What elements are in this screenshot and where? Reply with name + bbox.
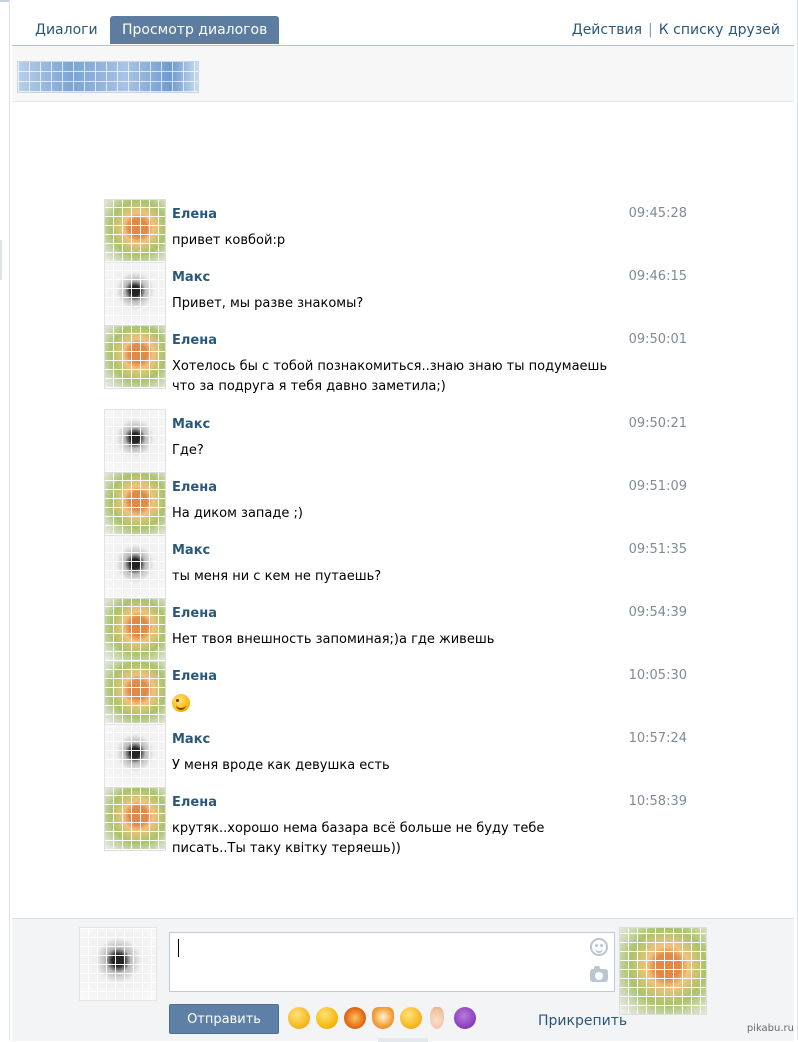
tab-view-dialogs[interactable]: Просмотр диалогов xyxy=(110,16,280,44)
message-author[interactable]: Елена xyxy=(172,480,217,495)
message-time: 09:50:21 xyxy=(628,416,687,431)
message-time: 10:58:39 xyxy=(628,794,687,809)
message-avatar[interactable] xyxy=(104,325,166,389)
smile-icon[interactable] xyxy=(590,938,608,956)
message-row: Елена 09:54:39 Нет твоя внешность запомина… xyxy=(104,598,694,662)
message-avatar[interactable] xyxy=(104,724,166,788)
my-avatar[interactable] xyxy=(79,927,157,1001)
message-time: 09:54:39 xyxy=(628,605,687,620)
message-row: Елена 09:50:01 Хотелось бы с тобой познако… xyxy=(104,325,694,409)
blush-emoji[interactable] xyxy=(316,1007,338,1029)
smiling-cat-emoji[interactable] xyxy=(288,1007,310,1029)
bottom-scroll-mark xyxy=(378,1038,428,1042)
message-avatar[interactable] xyxy=(104,409,166,473)
imp-emoji[interactable] xyxy=(454,1007,476,1029)
send-button[interactable]: Отправить xyxy=(169,1004,279,1034)
message-author[interactable]: Елена xyxy=(172,606,217,621)
message-text: привет ковбой:р xyxy=(172,233,286,248)
message-author[interactable]: Макс xyxy=(172,417,210,432)
message-row: Макс 10:57:24 У меня вроде как девушка ест… xyxy=(104,724,694,788)
fox-emoji[interactable] xyxy=(372,1007,394,1029)
header-actions: Действия | К списку друзей xyxy=(572,22,780,38)
message-avatar[interactable] xyxy=(104,535,166,599)
peer-avatar[interactable] xyxy=(619,927,707,1015)
actions-separator: | xyxy=(648,22,653,38)
tab-dialogs[interactable]: Диалоги xyxy=(23,16,110,44)
message-time: 09:51:09 xyxy=(628,479,687,494)
message-row: Макс 09:46:15 Привет, мы разве знакомы? xyxy=(104,262,694,326)
message-avatar[interactable] xyxy=(104,262,166,326)
message-text: Хотелось бы с тобой познакомиться..знаю … xyxy=(172,359,608,394)
message-input[interactable] xyxy=(169,932,615,992)
camera-icon[interactable] xyxy=(590,966,608,982)
message-time: 09:45:28 xyxy=(628,206,687,221)
message-avatar[interactable] xyxy=(104,472,166,536)
message-author[interactable]: Макс xyxy=(172,543,210,558)
to-friends-link[interactable]: К списку друзей xyxy=(659,22,780,38)
message-row: Макс 09:51:35 ты меня ни с кем не путаешь? xyxy=(104,535,694,599)
tiger-emoji[interactable] xyxy=(344,1007,366,1029)
text-caret xyxy=(178,939,179,957)
actions-link[interactable]: Действия xyxy=(572,22,642,38)
message-row: Елена 09:45:28 привет ковбой:р xyxy=(104,199,694,263)
message-text: Где? xyxy=(172,443,204,458)
composer: Отправить Прикрепить xyxy=(12,918,794,1041)
message-row: Елена 09:51:09 На диком западе ;) xyxy=(104,472,694,536)
message-avatar[interactable] xyxy=(104,598,166,662)
message-time: 10:57:24 xyxy=(628,731,687,746)
message-text: Нет твоя внешность запоминая;)а где живе… xyxy=(172,632,495,647)
message-text xyxy=(172,693,612,713)
message-author[interactable]: Елена xyxy=(172,795,217,810)
message-author[interactable]: Елена xyxy=(172,207,217,222)
attach-link[interactable]: Прикрепить xyxy=(538,1013,627,1029)
message-text: ты меня ни с кем не путаешь? xyxy=(172,569,382,584)
message-author[interactable]: Елена xyxy=(172,333,217,348)
message-row: Елена 10:58:39 крутяк..хорошо нема базара … xyxy=(104,787,694,871)
message-row: Макс 09:50:21 Где? xyxy=(104,409,694,473)
nose-emoji[interactable] xyxy=(430,1007,444,1029)
message-author[interactable]: Елена xyxy=(172,669,217,684)
message-text: У меня вроде как девушка есть xyxy=(172,758,390,773)
message-time: 09:46:15 xyxy=(628,269,687,284)
message-time: 10:05:30 xyxy=(628,668,687,683)
wink-emoji xyxy=(172,693,190,712)
message-text: Привет, мы разве знакомы? xyxy=(172,296,364,311)
left-edge-marker xyxy=(0,240,2,280)
message-text: На диком западе ;) xyxy=(172,506,303,521)
message-author[interactable]: Макс xyxy=(172,732,210,747)
grinning-cat-emoji[interactable] xyxy=(400,1007,422,1029)
message-avatar[interactable] xyxy=(104,199,166,263)
message-time: 09:51:35 xyxy=(628,542,687,557)
message-avatar[interactable] xyxy=(104,787,166,851)
partner-strip xyxy=(12,46,794,102)
message-author[interactable]: Макс xyxy=(172,270,210,285)
message-time: 09:50:01 xyxy=(628,332,687,347)
watermark: pikabu.ru xyxy=(746,1023,794,1034)
message-text: крутяк..хорошо нема базара всё больше не… xyxy=(172,821,545,856)
partner-name-pixelated[interactable] xyxy=(17,61,199,93)
message-row: Елена 10:05:30 xyxy=(104,661,694,725)
message-avatar[interactable] xyxy=(104,661,166,725)
